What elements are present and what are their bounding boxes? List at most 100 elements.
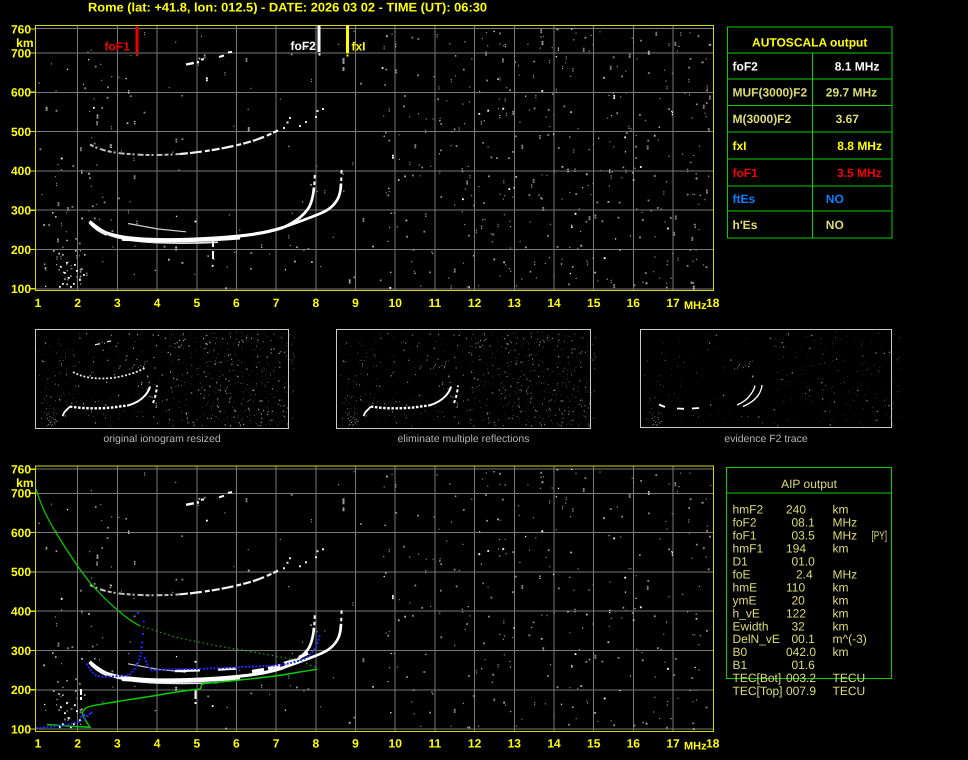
svg-text:foF1: foF1 xyxy=(105,40,131,54)
svg-text:Ewidth: Ewidth xyxy=(733,619,769,633)
svg-text:200: 200 xyxy=(11,683,31,697)
svg-text:10: 10 xyxy=(389,737,403,751)
svg-text:TECU: TECU xyxy=(833,671,866,685)
svg-text:760: 760 xyxy=(11,22,31,36)
svg-text:17: 17 xyxy=(666,737,680,751)
svg-text:14: 14 xyxy=(547,296,561,310)
svg-text:ftEs: ftEs xyxy=(733,192,756,206)
svg-text:00.1: 00.1 xyxy=(792,632,816,646)
svg-text:MHz: MHz xyxy=(833,568,858,582)
svg-text:foF2: foF2 xyxy=(733,59,759,73)
svg-text:500: 500 xyxy=(11,125,31,139)
svg-text:3: 3 xyxy=(114,737,121,751)
svg-text:AUTOSCALA output: AUTOSCALA output xyxy=(752,36,867,50)
svg-text:ymE: ymE xyxy=(733,593,757,607)
svg-text:100: 100 xyxy=(11,282,31,296)
svg-text:600: 600 xyxy=(11,526,31,540)
svg-text:18: 18 xyxy=(706,737,720,751)
svg-text:4: 4 xyxy=(154,296,161,310)
svg-text:4: 4 xyxy=(154,737,161,751)
svg-text:3.5 MHz: 3.5 MHz xyxy=(837,166,882,180)
svg-text:007.9: 007.9 xyxy=(786,684,816,698)
svg-text:1: 1 xyxy=(35,296,42,310)
svg-text:7: 7 xyxy=(273,737,280,751)
svg-text:2: 2 xyxy=(74,737,81,751)
svg-text:original ionogram resized: original ionogram resized xyxy=(103,433,220,445)
svg-text:km: km xyxy=(833,619,849,633)
svg-text:5: 5 xyxy=(193,296,200,310)
svg-text:h_vE: h_vE xyxy=(733,606,760,620)
svg-text:8.8 MHz: 8.8 MHz xyxy=(837,139,882,153)
svg-text:16: 16 xyxy=(627,296,641,310)
svg-text:100: 100 xyxy=(11,722,31,736)
svg-text:13: 13 xyxy=(508,737,522,751)
svg-text:hmF1: hmF1 xyxy=(733,542,764,556)
svg-text:B0: B0 xyxy=(733,645,748,659)
svg-text:15: 15 xyxy=(587,296,601,310)
svg-text:08.1: 08.1 xyxy=(792,516,816,530)
svg-text:Rome (lat: +41.8, lon: 012.5): Rome (lat: +41.8, lon: 012.5) - DATE: 20… xyxy=(88,1,487,15)
svg-text:10: 10 xyxy=(389,296,403,310)
svg-text:DelN_vE: DelN_vE xyxy=(733,632,780,646)
svg-text:fxI: fxI xyxy=(352,40,366,54)
svg-text:NO: NO xyxy=(826,192,844,206)
svg-text:AIP output: AIP output xyxy=(781,477,837,491)
svg-text:km: km xyxy=(833,580,849,594)
svg-text:MHz: MHz xyxy=(684,300,707,312)
svg-text:TECU: TECU xyxy=(833,684,866,698)
svg-text:32: 32 xyxy=(792,619,806,633)
svg-text:15: 15 xyxy=(587,737,601,751)
svg-text:hmE: hmE xyxy=(733,580,758,594)
svg-text:29.7 MHz: 29.7 MHz xyxy=(826,86,877,100)
svg-text:km: km xyxy=(833,645,849,659)
svg-text:240: 240 xyxy=(786,503,806,517)
svg-text:8: 8 xyxy=(312,737,319,751)
svg-text:MUF(3000)F2: MUF(3000)F2 xyxy=(733,86,808,100)
svg-text:eliminate multiple reflections: eliminate multiple reflections xyxy=(398,433,530,445)
svg-text:foF1: foF1 xyxy=(733,529,757,543)
svg-text:400: 400 xyxy=(11,164,31,178)
svg-text:M(3000)F2: M(3000)F2 xyxy=(733,112,792,126)
svg-text:300: 300 xyxy=(11,204,31,218)
svg-text:700: 700 xyxy=(11,487,31,501)
svg-text:760: 760 xyxy=(11,463,31,477)
svg-text:200: 200 xyxy=(11,243,31,257)
svg-text:km: km xyxy=(833,503,849,517)
svg-text:h'Es: h'Es xyxy=(733,218,758,232)
svg-text:042.0: 042.0 xyxy=(786,645,816,659)
svg-text:01.0: 01.0 xyxy=(792,555,816,569)
svg-text:003.2: 003.2 xyxy=(786,671,816,685)
svg-text:m^(-3): m^(-3) xyxy=(833,632,867,646)
svg-text:11: 11 xyxy=(429,296,442,310)
svg-text:D1: D1 xyxy=(733,555,749,569)
svg-text:9: 9 xyxy=(352,296,359,310)
svg-text:fxI: fxI xyxy=(733,139,747,153)
svg-text:600: 600 xyxy=(11,86,31,100)
svg-text:2.4: 2.4 xyxy=(796,568,813,582)
svg-text:3: 3 xyxy=(114,296,121,310)
svg-text:9: 9 xyxy=(352,737,359,751)
svg-text:8: 8 xyxy=(312,296,319,310)
svg-text:[PY]: [PY] xyxy=(872,529,888,543)
svg-text:foF1: foF1 xyxy=(733,166,759,180)
svg-text:NO: NO xyxy=(826,218,844,232)
svg-text:16: 16 xyxy=(627,737,641,751)
svg-text:foF2: foF2 xyxy=(291,39,317,53)
svg-text:12: 12 xyxy=(468,296,482,310)
svg-text:110: 110 xyxy=(786,580,805,594)
svg-text:18: 18 xyxy=(706,296,720,310)
svg-text:20: 20 xyxy=(792,593,806,607)
svg-text:evidence F2 trace: evidence F2 trace xyxy=(724,433,808,445)
svg-text:11: 11 xyxy=(429,737,442,751)
svg-text:5: 5 xyxy=(193,737,200,751)
svg-text:13: 13 xyxy=(508,296,522,310)
svg-text:2: 2 xyxy=(74,296,81,310)
svg-text:12: 12 xyxy=(468,737,482,751)
svg-text:km: km xyxy=(833,606,849,620)
svg-text:MHz: MHz xyxy=(684,741,707,753)
svg-text:1: 1 xyxy=(35,737,42,751)
svg-text:6: 6 xyxy=(233,737,240,751)
svg-text:122: 122 xyxy=(786,606,806,620)
svg-text:300: 300 xyxy=(11,644,31,658)
svg-text:MHz: MHz xyxy=(833,516,858,530)
